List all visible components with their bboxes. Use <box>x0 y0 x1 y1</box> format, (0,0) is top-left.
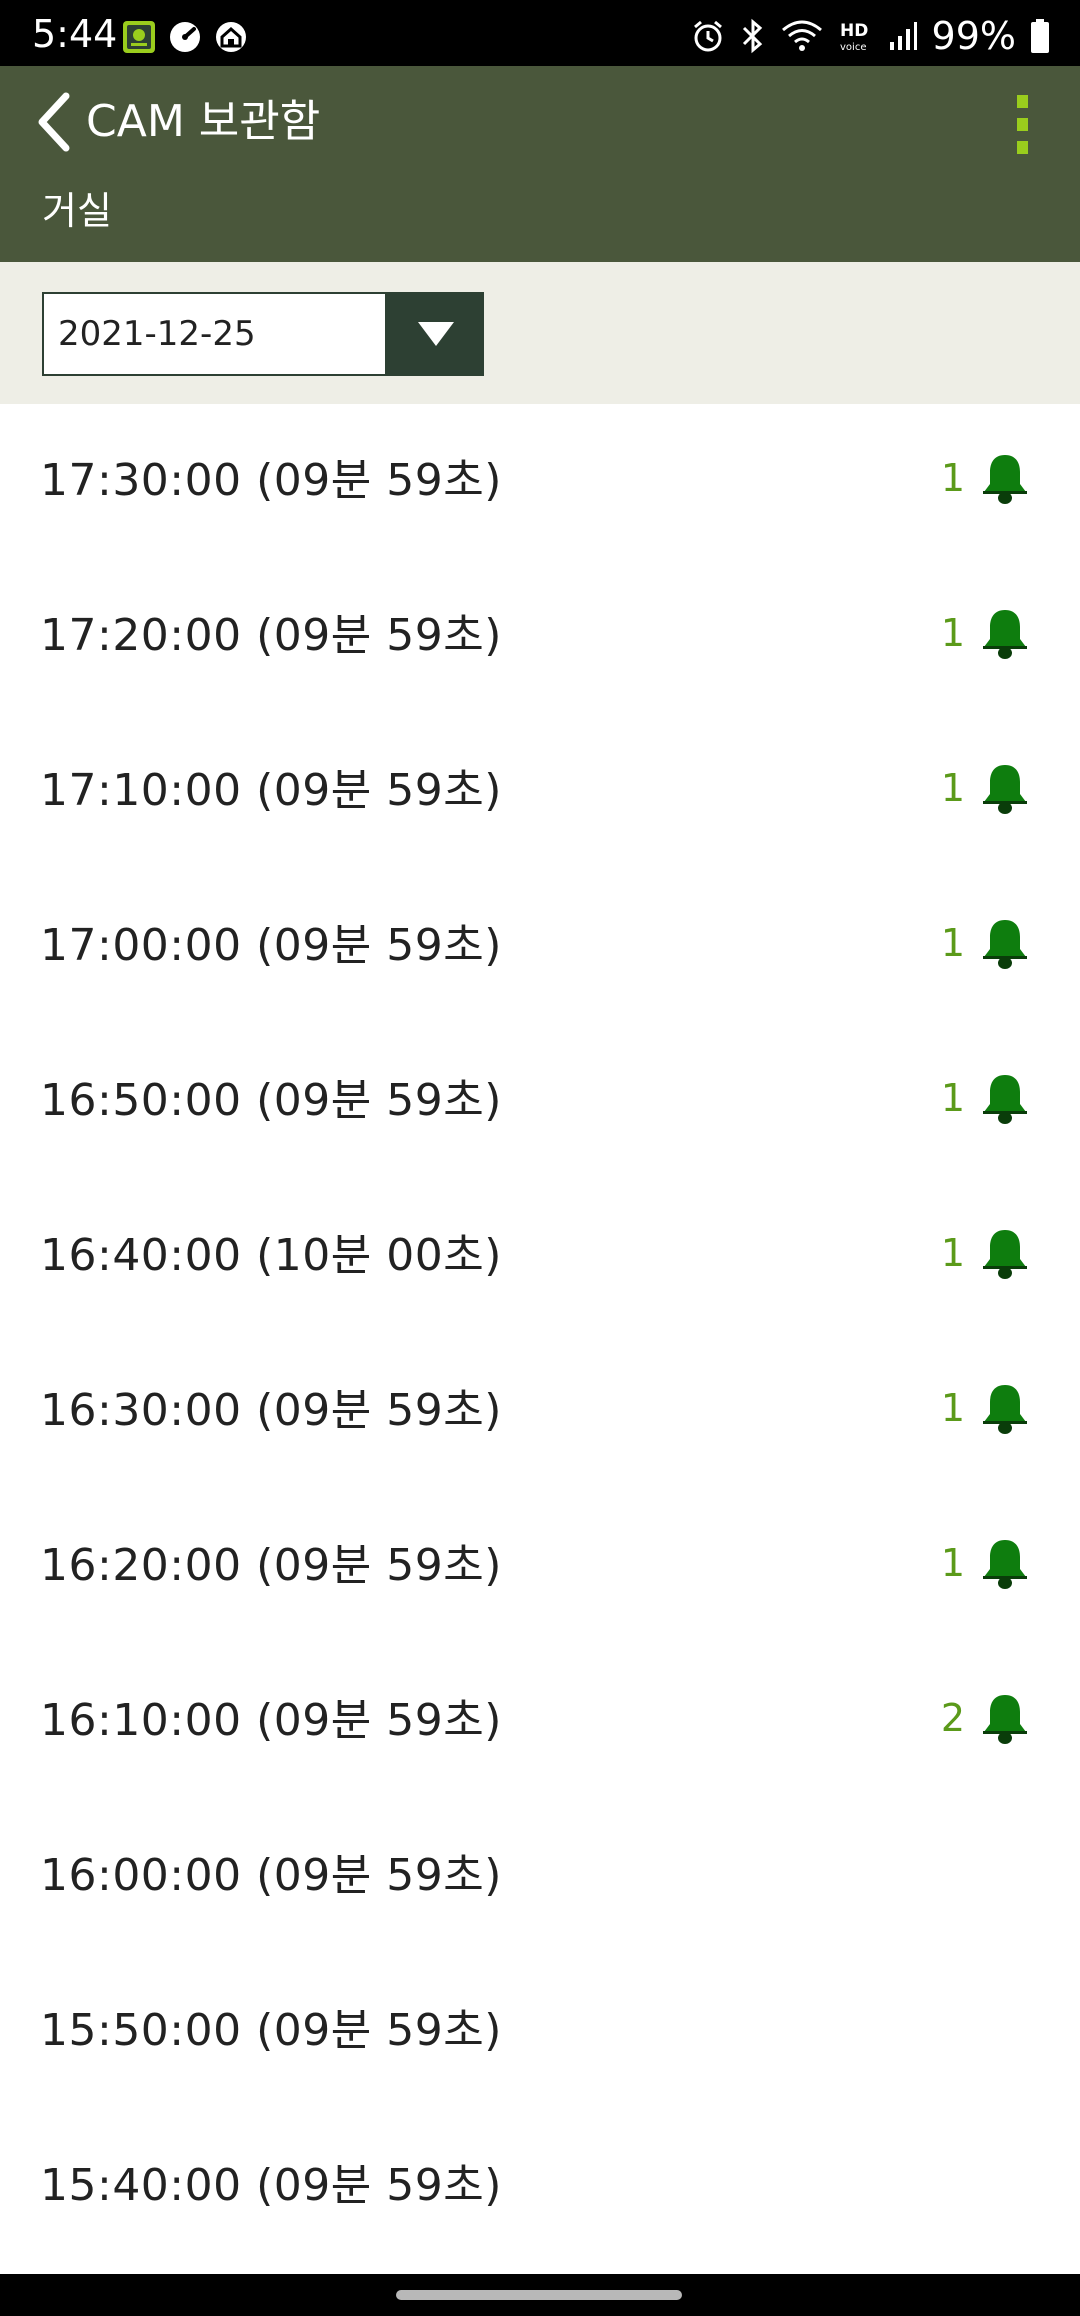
bluetooth-icon <box>742 18 762 54</box>
recording-time: 16:30:00 (09분 59초) <box>40 1385 502 1436</box>
bell-icon <box>983 610 1027 659</box>
svg-text:voice: voice <box>840 42 866 53</box>
battery-percent: 99% <box>931 14 1016 58</box>
event-count: 1 <box>940 611 965 655</box>
recording-row[interactable]: 17:10:00 (09분 59초) 1 <box>0 714 1080 869</box>
recording-list: 17:30:00 (09분 59초) 1 17:20:00 (09분 59초) 1 17… <box>0 404 1080 2264</box>
status-left-icons <box>122 20 248 54</box>
recording-row[interactable]: 16:40:00 (10분 00초) 1 <box>0 1179 1080 1334</box>
recording-time: 15:50:00 (09분 59초) <box>40 2005 502 2056</box>
recording-time: 15:40:00 (09분 59초) <box>40 2160 502 2211</box>
speed-icon <box>170 22 200 52</box>
recording-time: 17:00:00 (09분 59초) <box>40 920 502 971</box>
app-header: CAM 보관함 거실 <box>0 66 1080 262</box>
bell-icon <box>983 1385 1027 1434</box>
page-title: CAM 보관함 <box>86 96 321 147</box>
recording-row[interactable]: 17:30:00 (09분 59초) 1 <box>0 404 1080 559</box>
recording-row[interactable]: 15:50:00 (09분 59초) <box>0 1954 1080 2109</box>
svg-text:HD: HD <box>840 21 868 41</box>
recording-row[interactable]: 17:20:00 (09분 59초) 1 <box>0 559 1080 714</box>
more-options-button[interactable] <box>992 82 1052 166</box>
bell-icon <box>983 1075 1027 1124</box>
hd-voice-icon: HD voice <box>840 21 868 53</box>
bell-icon <box>983 1230 1027 1279</box>
alarm-icon <box>693 20 722 52</box>
date-dropdown-button[interactable] <box>387 292 484 376</box>
event-count: 2 <box>940 1696 965 1740</box>
navigation-bar <box>0 2274 1080 2316</box>
triangle-down-icon <box>417 322 454 346</box>
status-right-icons: HD voice 99% <box>690 16 1050 56</box>
recording-time: 17:30:00 (09분 59초) <box>40 455 502 506</box>
home-icon <box>216 22 246 52</box>
event-count: 1 <box>940 1541 965 1585</box>
recording-time: 16:40:00 (10분 00초) <box>40 1230 502 1281</box>
recording-row[interactable]: 17:00:00 (09분 59초) 1 <box>0 869 1080 1024</box>
event-count: 1 <box>940 921 965 965</box>
more-vert-icon-dot <box>1016 140 1028 154</box>
recording-row[interactable]: 16:50:00 (09분 59초) 1 <box>0 1024 1080 1179</box>
camera-location-label: 거실 <box>42 189 112 233</box>
recording-time: 17:10:00 (09분 59초) <box>40 765 502 816</box>
bell-icon <box>983 1695 1027 1744</box>
recording-row[interactable]: 16:10:00 (09분 59초) 2 <box>0 1644 1080 1799</box>
recording-row[interactable]: 16:00:00 (09분 59초) <box>0 1799 1080 1954</box>
wifi-icon <box>781 20 822 51</box>
recording-row[interactable]: 16:20:00 (09분 59초) 1 <box>0 1489 1080 1644</box>
bell-icon <box>983 455 1027 504</box>
event-count: 1 <box>940 456 965 500</box>
date-field[interactable]: 2021-12-25 <box>42 292 387 376</box>
event-count: 1 <box>940 1231 965 1275</box>
battery-icon <box>1031 19 1049 53</box>
status-time: 5:44 <box>32 12 118 56</box>
recording-time: 16:50:00 (09분 59초) <box>40 1075 502 1126</box>
recording-time: 16:10:00 (09분 59초) <box>40 1695 502 1746</box>
home-gesture-handle[interactable] <box>396 2290 682 2300</box>
recording-row[interactable]: 15:40:00 (09분 59초) <box>0 2109 1080 2264</box>
recording-row[interactable]: 16:30:00 (09분 59초) 1 <box>0 1334 1080 1489</box>
app-notification-icon <box>123 21 155 53</box>
recording-time: 17:20:00 (09분 59초) <box>40 610 502 661</box>
date-picker[interactable]: 2021-12-25 <box>42 292 484 376</box>
bell-icon <box>983 1540 1027 1589</box>
bell-icon <box>983 765 1027 814</box>
signal-icon <box>889 22 917 50</box>
event-count: 1 <box>940 766 965 810</box>
more-vert-icon <box>1016 94 1028 108</box>
event-count: 1 <box>940 1076 965 1120</box>
recording-time: 16:00:00 (09분 59초) <box>40 1850 502 1901</box>
bell-icon <box>983 920 1027 969</box>
chevron-left-icon <box>38 92 70 152</box>
event-count: 1 <box>940 1386 965 1430</box>
more-vert-icon-dot <box>1016 117 1028 131</box>
back-button[interactable] <box>26 86 82 158</box>
status-bar: 5:44 HD voice 99% <box>0 0 1080 66</box>
recording-time: 16:20:00 (09분 59초) <box>40 1540 502 1591</box>
date-selector-band: 2021-12-25 <box>0 262 1080 404</box>
